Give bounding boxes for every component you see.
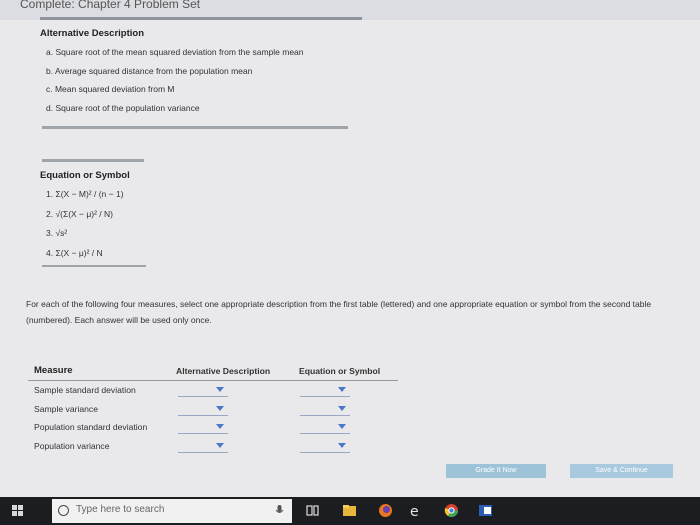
col-alt-description: Alternative Description	[176, 366, 271, 376]
eq-dropdown-sample-variance[interactable]	[300, 403, 350, 416]
alt-item-b: b. Average squared distance from the pop…	[46, 65, 253, 76]
eq-dropdown-population-sd[interactable]	[300, 421, 350, 434]
eq-table-header: Equation or Symbol	[40, 170, 130, 181]
taskbar: Type here to search e	[0, 497, 700, 525]
answer-table-header: Measure Alternative Description Equation…	[28, 362, 398, 381]
col-equation: Equation or Symbol	[299, 366, 381, 376]
chrome-icon[interactable]	[444, 503, 459, 518]
alt-dropdown-population-sd[interactable]	[178, 421, 228, 434]
alt-table-rule	[42, 126, 348, 129]
chevron-down-icon	[338, 442, 346, 448]
table-row: Population variance	[28, 437, 398, 456]
alt-item-c: c. Mean squared deviation from M	[46, 84, 175, 94]
equation-table: Equation or Symbol 1. Σ(X − M)² / (n − 1…	[40, 167, 200, 263]
grade-it-now-button[interactable]: Grade It Now	[446, 464, 546, 478]
table-row: Sample standard deviation	[28, 381, 398, 400]
instructions-text: For each of the following four measures,…	[26, 299, 652, 325]
alt-dropdown-population-variance[interactable]	[178, 440, 228, 453]
firefox-icon[interactable]	[378, 503, 393, 518]
table-row: Sample variance	[28, 400, 398, 419]
alt-table-header: Alternative Description	[40, 28, 144, 39]
alt-item-a: a. Square root of the mean squared devia…	[46, 47, 304, 57]
chevron-down-icon	[338, 405, 346, 411]
col-measure: Measure	[34, 365, 73, 376]
page-title: Complete: Chapter 4 Problem Set	[20, 0, 201, 11]
eq-dropdown-sample-sd[interactable]	[300, 384, 350, 397]
eq-item-3: 3. √s²	[46, 228, 68, 238]
chevron-down-icon	[338, 424, 346, 429]
measure-label: Sample standard deviation	[34, 385, 136, 395]
search-placeholder: Type here to search	[76, 504, 165, 515]
chevron-down-icon	[216, 405, 224, 411]
chevron-down-icon	[216, 424, 224, 429]
measure-label: Population variance	[34, 440, 110, 451]
windows-start-icon[interactable]	[12, 505, 24, 517]
eq-item-1: 1. Σ(X − M)² / (n − 1)	[46, 189, 124, 199]
table-row: Population standard deviation	[28, 418, 398, 437]
title-bar: Complete: Chapter 4 Problem Set	[0, 0, 700, 20]
edge-icon[interactable]: e	[409, 503, 424, 518]
eq-dropdown-population-variance[interactable]	[300, 440, 350, 453]
alt-description-table: Alternative Description a. Square root o…	[40, 25, 350, 117]
chevron-down-icon	[216, 442, 224, 448]
eq-table-rule	[42, 265, 146, 267]
task-view-icon[interactable]	[305, 503, 320, 518]
alt-item-d: d. Square root of the population varianc…	[46, 102, 200, 113]
eq-item-2: 2. √(Σ(X − μ)² / N)	[46, 208, 113, 219]
taskbar-search-input[interactable]: Type here to search	[52, 499, 292, 523]
search-icon	[58, 505, 69, 516]
word-icon[interactable]	[478, 503, 493, 518]
alt-dropdown-sample-variance[interactable]	[178, 403, 228, 416]
answer-table: Measure Alternative Description Equation…	[28, 362, 398, 455]
chevron-down-icon	[216, 387, 224, 392]
measure-label: Sample variance	[34, 403, 99, 414]
eq-item-4: 4. Σ(X − μ)² / N	[46, 247, 103, 258]
eq-table-top-rule	[42, 159, 144, 162]
measure-label: Population standard deviation	[34, 422, 148, 432]
title-underline	[40, 17, 362, 20]
microphone-icon[interactable]	[272, 503, 287, 518]
save-continue-button[interactable]: Save & Continue	[570, 464, 673, 478]
svg-text:e: e	[410, 504, 419, 518]
file-explorer-icon[interactable]	[342, 503, 357, 518]
chevron-down-icon	[338, 387, 346, 392]
alt-dropdown-sample-sd[interactable]	[178, 384, 228, 397]
